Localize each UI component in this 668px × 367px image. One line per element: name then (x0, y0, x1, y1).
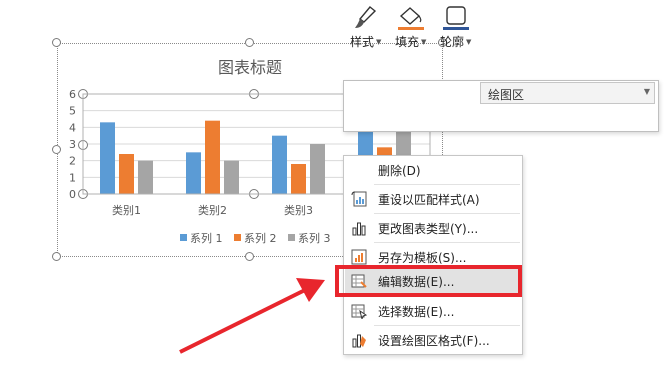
annotation-arrow (179, 278, 325, 354)
arrow-head-icon (296, 278, 325, 302)
